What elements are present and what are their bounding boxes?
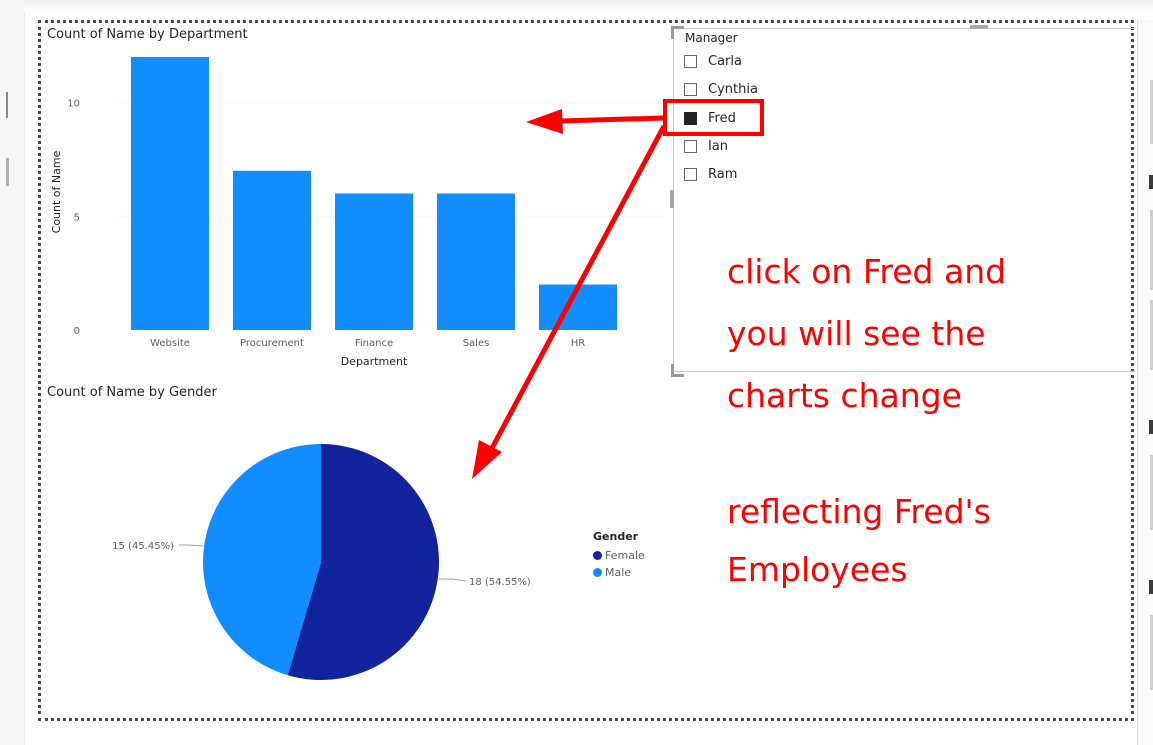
annotation-line-6: Employees [727, 550, 908, 589]
annotation-arrows [472, 109, 667, 479]
annotation-line-1: click on Fred and [727, 252, 1007, 291]
arrow-head-left [526, 109, 563, 134]
annotation-line-3: charts change [727, 376, 962, 415]
arrow-head-down [472, 440, 502, 479]
arrow-to-pie-chart [488, 124, 667, 452]
annotation-line-5: reflecting Fred's [727, 492, 991, 531]
arrow-to-bar-chart [559, 115, 665, 124]
annotation-line-2: you will see the [727, 314, 986, 353]
